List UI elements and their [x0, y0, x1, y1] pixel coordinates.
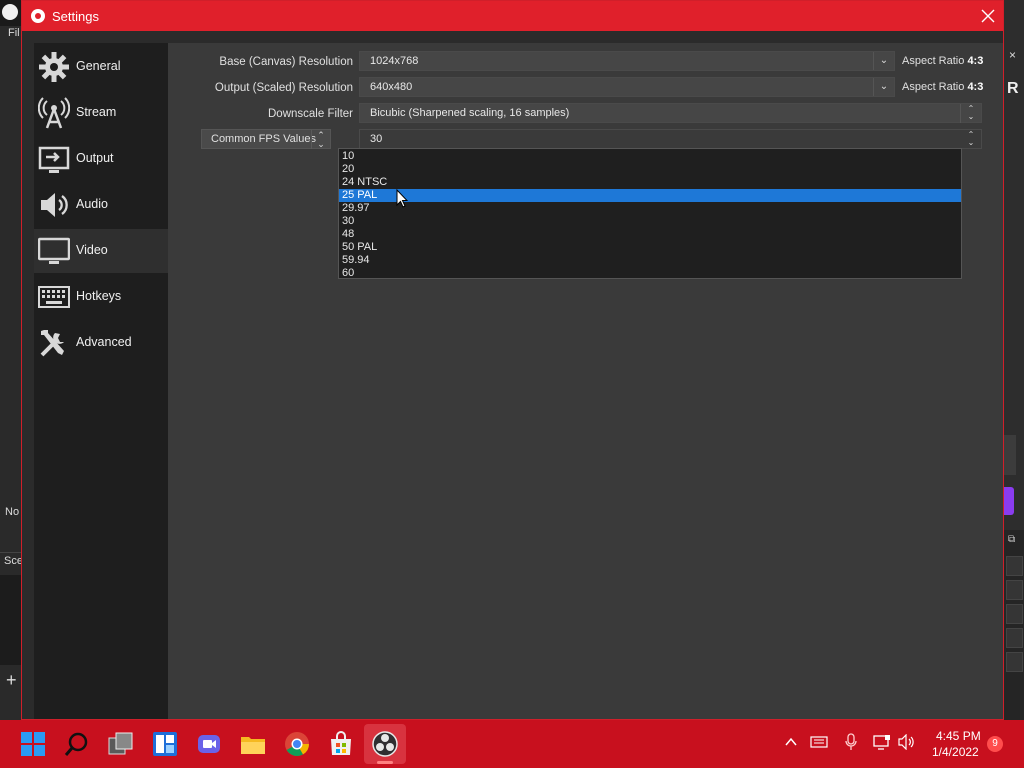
downscale-filter-select[interactable]: Bicubic (Sharpened scaling, 16 samples) …	[359, 103, 982, 123]
right-purple-button[interactable]	[1004, 487, 1014, 515]
fps-option[interactable]: 30	[339, 215, 961, 228]
fps-type-select[interactable]: Common FPS Values ⌃ ⌄	[201, 129, 331, 149]
windows-start-icon[interactable]	[20, 731, 46, 757]
updown-arrows-icon[interactable]: ⌃ ⌄	[960, 104, 981, 123]
gear-icon	[39, 52, 69, 82]
updown-arrows-icon[interactable]: ⌃ ⌄	[311, 130, 330, 149]
base-resolution-combo[interactable]: 1024x768 ⌄	[359, 51, 895, 71]
widgets-icon[interactable]	[152, 731, 178, 757]
chrome-icon[interactable]	[284, 731, 310, 757]
file-menu-fragment[interactable]: Fil	[8, 27, 20, 39]
output-resolution-label: Output (Scaled) Resolution	[214, 82, 353, 94]
downscale-filter-label: Downscale Filter	[268, 108, 353, 120]
output-aspect-ratio: Aspect Ratio 4:3	[902, 81, 984, 93]
sidebar-item-audio[interactable]: Audio	[34, 183, 168, 227]
sidebar-item-output[interactable]: Output	[34, 137, 168, 181]
fps-option[interactable]: 48	[339, 228, 961, 241]
sidebar-item-general[interactable]: General	[34, 45, 168, 89]
active-app-indicator	[377, 761, 393, 764]
sidebar-item-label: Hotkeys	[76, 289, 122, 303]
search-icon[interactable]	[64, 731, 90, 757]
store-icon[interactable]	[328, 731, 354, 757]
sidebar-item-label: Stream	[76, 105, 117, 119]
base-resolution-value: 1024x768	[370, 55, 419, 67]
broadcast-icon	[38, 97, 70, 129]
sidebar-item-label: Output	[76, 151, 114, 165]
right-logo-fragment: R	[1007, 80, 1019, 97]
clock-time[interactable]: 4:45 PM	[936, 729, 981, 743]
chevron-down-icon[interactable]: ⌄	[873, 52, 894, 70]
base-resolution-label: Base (Canvas) Resolution	[219, 56, 353, 68]
output-resolution-value: 640x480	[370, 81, 413, 93]
right-control-row[interactable]	[1006, 628, 1023, 648]
notification-badge[interactable]: 9	[987, 736, 1003, 752]
fps-type-value: Common FPS Values	[211, 133, 316, 145]
tools-icon	[40, 330, 64, 357]
sidebar-item-label: Advanced	[76, 335, 132, 349]
fps-option[interactable]: 59.94	[339, 254, 961, 267]
fps-value-select[interactable]: 30 ⌃ ⌄	[359, 129, 982, 149]
right-panel-box	[1004, 435, 1016, 475]
fps-option[interactable]: 29.97	[339, 202, 961, 215]
updown-arrows-icon[interactable]: ⌃ ⌄	[961, 130, 981, 149]
sidebar-item-label: General	[76, 59, 121, 73]
microphone-icon[interactable]	[845, 733, 857, 754]
fps-option-selected[interactable]: 25 PAL	[339, 189, 961, 202]
keyboard-icon	[38, 286, 70, 308]
dialog-titlebar[interactable]: Settings	[22, 1, 1003, 31]
obs-logo-icon	[31, 9, 45, 23]
sidebar-item-video[interactable]: Video	[34, 229, 168, 273]
monitor-icon	[38, 237, 70, 264]
output-resolution-combo[interactable]: 640x480 ⌄	[359, 77, 895, 97]
speaker-icon	[41, 193, 68, 217]
output-icon	[38, 146, 70, 173]
add-scene-button[interactable]: +	[6, 670, 17, 691]
scenes-list[interactable]	[0, 575, 21, 665]
right-control-row[interactable]	[1006, 580, 1023, 600]
right-control-row[interactable]	[1006, 652, 1023, 672]
chevron-up-icon[interactable]	[784, 735, 798, 752]
right-control-row[interactable]	[1006, 604, 1023, 624]
keyboard-tray-icon[interactable]	[810, 735, 828, 752]
status-fragment: No	[5, 506, 20, 518]
fps-option[interactable]: 60	[339, 267, 961, 280]
right-control-row[interactable]	[1006, 556, 1023, 576]
clock-date[interactable]: 1/4/2022	[932, 745, 979, 759]
teams-chat-icon[interactable]	[196, 731, 222, 757]
network-icon[interactable]	[873, 734, 891, 753]
sidebar-item-hotkeys[interactable]: Hotkeys	[34, 275, 168, 319]
sidebar-item-stream[interactable]: Stream	[34, 91, 168, 135]
volume-icon[interactable]	[898, 733, 916, 753]
dock-float-icon[interactable]: ⧉	[1008, 534, 1015, 545]
base-aspect-ratio: Aspect Ratio 4:3	[902, 55, 984, 67]
right-close-icon[interactable]: ×	[1009, 48, 1016, 62]
task-view-icon[interactable]	[108, 731, 134, 757]
fps-dropdown-list: 10 20 24 NTSC 25 PAL 29.97 30 48 50 PAL …	[338, 148, 962, 279]
chevron-down-icon[interactable]: ⌄	[873, 78, 894, 96]
sidebar-item-advanced[interactable]: Advanced	[34, 321, 168, 365]
fps-value: 30	[370, 133, 383, 145]
fps-option[interactable]: 20	[339, 163, 961, 176]
sidebar-item-label: Audio	[76, 197, 108, 211]
mouse-cursor-icon	[396, 189, 408, 208]
file-explorer-icon[interactable]	[240, 731, 266, 757]
sidebar-item-label: Video	[76, 243, 108, 257]
close-icon[interactable]	[977, 6, 999, 26]
fps-option[interactable]: 50 PAL	[339, 241, 961, 254]
dialog-title: Settings	[52, 9, 99, 24]
downscale-filter-value: Bicubic (Sharpened scaling, 16 samples)	[370, 107, 570, 119]
fps-option[interactable]: 10	[339, 150, 961, 163]
obs-icon[interactable]	[372, 731, 398, 757]
fps-option[interactable]: 24 NTSC	[339, 176, 961, 189]
settings-sidebar: General Stream Output Audio Video Hotkey…	[34, 43, 168, 719]
obs-logo-icon	[2, 4, 18, 20]
